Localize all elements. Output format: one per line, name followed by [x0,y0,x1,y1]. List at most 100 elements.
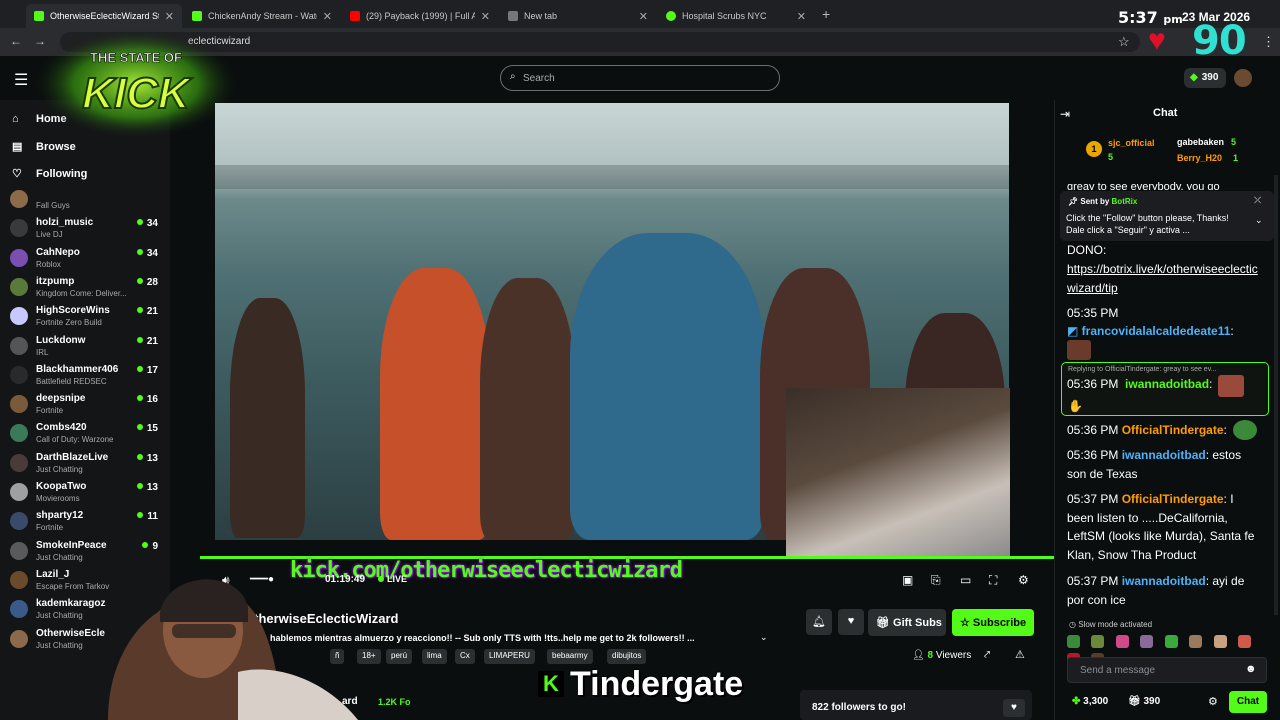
browser-tab-4[interactable]: New tab ✕ [500,4,656,28]
fullscreen-icon[interactable]: ⛶ [989,573,997,588]
browser-tab-3[interactable]: (29) Payback (1999) | Full Actio ✕ [342,4,498,28]
sidebar-channel[interactable]: KoopaTwo Movierooms 13 [10,479,160,507]
chat-settings-icon[interactable]: ⚙ [1208,695,1218,708]
chat-username[interactable]: OfficialTindergate [1122,423,1224,437]
channel-category: Roblox [36,259,61,269]
tag[interactable]: Cx [455,649,475,664]
notification-bell-button[interactable]: 🔔︎ [806,609,832,635]
clip-icon[interactable]: ⎘ [931,573,941,588]
viewer-count: 11 [147,511,158,523]
leaderboard-name[interactable]: Berry_H20 [1177,153,1222,163]
chevron-down-icon[interactable]: ⌄ [760,632,768,643]
rank-badge: 1 [1086,141,1102,157]
sidebar-channel[interactable]: holzi_music Live DJ 34 [10,215,160,243]
tag[interactable]: 18+ [357,649,381,664]
sidebar-item-following[interactable]: ♡ Following [12,167,87,181]
channel-avatar [10,277,28,296]
sidebar-channel[interactable]: Fall Guys [10,186,160,214]
chat-username[interactable]: OfficialTindergate [1122,492,1224,506]
channel-avatar [10,541,28,560]
leaderboard-name[interactable]: sjc_official [1108,138,1155,148]
chat-scrollbar[interactable] [1274,175,1278,615]
browser-menu-icon[interactable]: ⋮ [1262,34,1275,50]
chat-gift-balance[interactable]: 🎁︎ 390 [1128,696,1160,707]
live-dot [378,576,384,582]
live-dot [136,365,143,372]
chat-points-balance[interactable]: ✤ 3,300 [1072,696,1108,707]
channel-avatar [10,395,28,414]
chat-emote [1067,340,1091,360]
sidebar-channel[interactable]: Combs420 Call of Duty: Warzone 15 [10,420,160,448]
emote-icon[interactable] [1164,635,1178,648]
emote-icon[interactable] [1140,635,1154,648]
chat-username[interactable]: iwannadoitbad [1122,574,1206,588]
tag[interactable]: perú [386,649,413,664]
sidebar-channel[interactable]: DarthBlazeLive Just Chatting 13 [10,450,160,478]
report-icon[interactable]: ⚠ [1015,648,1025,661]
kick-favicon-icon [34,11,44,21]
channel-points-badge[interactable]: ◆ 390 [1184,68,1226,88]
pip-icon[interactable]: ▣ [902,573,913,587]
channel-avatar [10,190,28,208]
sidebar-channel[interactable]: CahNepo Roblox 34 [10,245,160,273]
chat-message: 05:35 PM [1067,304,1262,323]
leaderboard-count: 5 [1231,137,1237,147]
tag[interactable]: lima [422,649,447,664]
nav-label: Browse [36,140,76,153]
settings-gear-icon[interactable]: ⚙ [1018,573,1029,587]
chat-username[interactable]: iwannadoitbad [1122,448,1206,462]
browser-tab-5[interactable]: Hospital Scrubs NYC ✕ [658,4,814,28]
emote-icon[interactable] [1115,635,1129,648]
back-arrow-icon[interactable]: ← [10,34,22,48]
menu-icon[interactable]: ☰ [14,70,28,90]
live-dot [136,219,143,226]
gift-subs-button[interactable]: 🎁︎ Gift Subs [868,609,946,636]
theater-mode-icon[interactable]: ▭ [960,573,971,587]
tag[interactable]: bebaarmy [547,649,593,664]
new-tab-button[interactable]: + [822,6,830,22]
subscribe-button[interactable]: ☆ Subscribe [952,609,1034,636]
chat-username[interactable]: iwannadoitbad [1125,377,1209,391]
sidebar-channel[interactable]: itzpump Kingdom Come: Deliver... 28 [10,274,160,302]
emoji-picker-icon[interactable]: ☻ [1245,663,1257,675]
close-tab-icon[interactable]: ✕ [323,10,332,23]
sidebar-channel[interactable]: shparty12 Fortnite 11 [10,508,160,536]
unpin-icon[interactable]: ⤫ [1254,195,1261,206]
leaderboard-name[interactable]: gabebaken [1177,137,1224,147]
close-tab-icon[interactable]: ✕ [797,10,806,23]
emote-icon[interactable] [1067,635,1080,648]
tag[interactable]: LIMAPERU [484,649,535,664]
chat-message-input[interactable]: Send a message [1067,657,1267,683]
channel-name: Luckdonw [36,334,86,346]
sidebar-channel[interactable]: Luckdonw IRL 21 [10,333,160,361]
pinned-header: 📌︎ Sent by BotRix [1068,197,1138,206]
emote-icon[interactable] [1189,635,1203,648]
sidebar-channel[interactable]: deepsnipe Fortnite 16 [10,391,160,419]
emote-icon[interactable] [1213,635,1227,648]
close-tab-icon[interactable]: ✕ [639,10,648,23]
dono-link[interactable]: https://botrix.live/k/otherwiseeclecticw… [1067,260,1262,297]
close-tab-icon[interactable]: ✕ [481,10,490,23]
sidebar-channel[interactable]: HighScoreWins Fortnite Zero Build 21 [10,303,160,331]
bookmark-star-icon[interactable]: ☆ [1118,34,1130,50]
viewers-label: Viewers [935,650,972,661]
tag[interactable]: dibujitos [607,649,647,664]
chat-points-value: 3,300 [1083,696,1109,707]
chevron-down-icon[interactable]: ⌄ [1255,215,1263,226]
sidebar-channel[interactable]: Blackhammer406 Battlefield REDSEC 17 [10,362,160,390]
viewer-count: 13 [146,452,158,464]
chat-send-button[interactable]: Chat [1229,691,1267,713]
close-tab-icon[interactable]: ✕ [165,10,174,23]
follow-heart-button[interactable]: ♥ [838,609,864,635]
user-avatar[interactable] [1234,69,1252,87]
chat-username[interactable]: francovidalalcaldedeate11 [1082,324,1231,338]
chat-timestamp: 05:35 PM [1067,306,1119,320]
emote-icon[interactable] [1238,635,1252,648]
collapse-chat-icon[interactable]: ⇥ [1060,107,1070,121]
viewer-count: 28 [146,276,158,288]
live-dot [136,336,143,343]
share-icon[interactable]: ⤤ [984,649,990,662]
search-input[interactable]: ⌕ Search [500,65,780,91]
follow-heart-icon[interactable]: ♥ [1003,699,1025,717]
emote-icon[interactable] [1091,635,1105,648]
